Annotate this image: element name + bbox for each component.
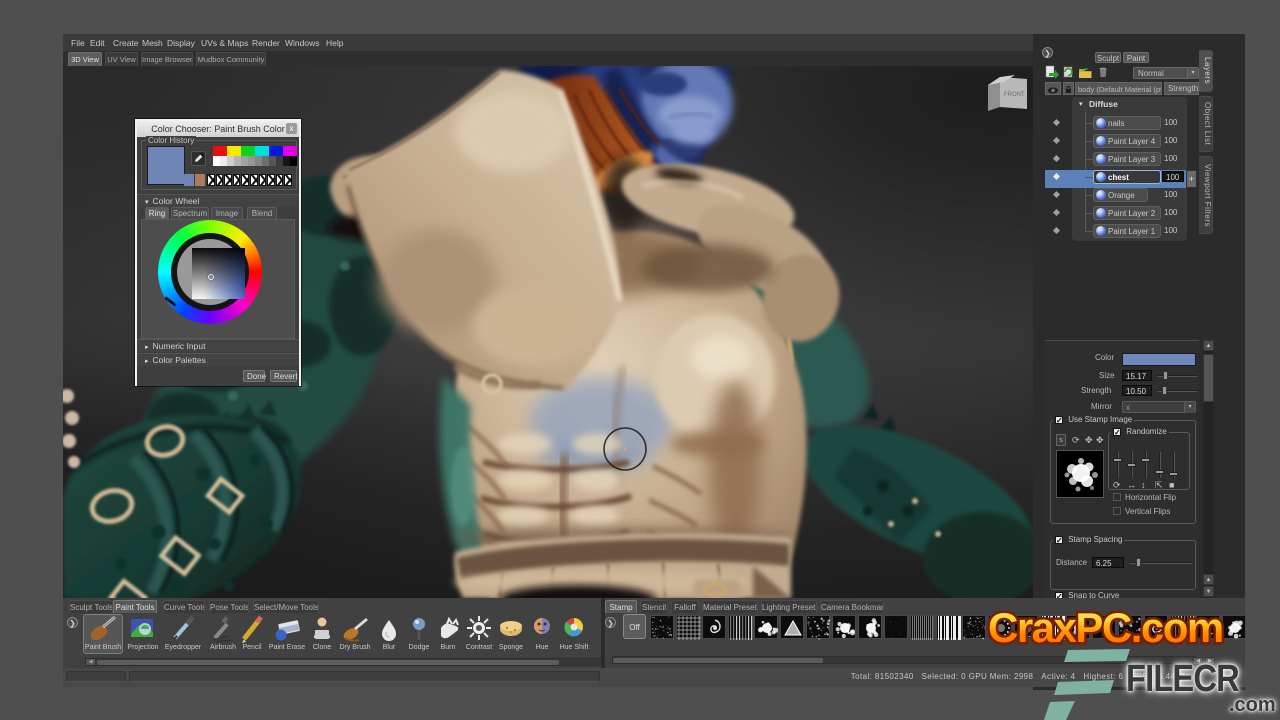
svg-text:FRONT: FRONT xyxy=(1004,92,1025,98)
